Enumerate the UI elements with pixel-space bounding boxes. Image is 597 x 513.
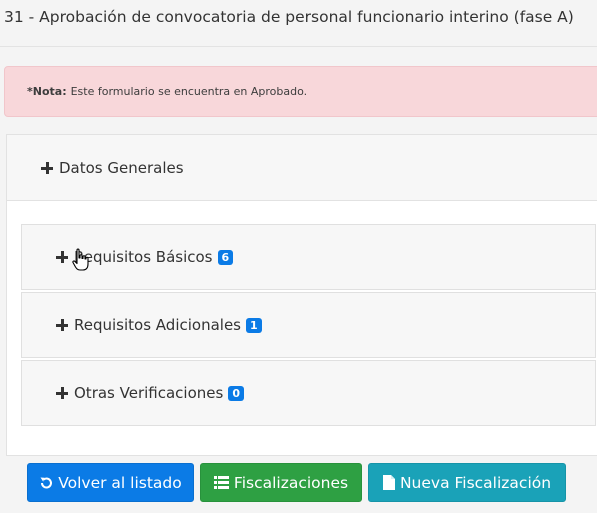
fiscalizaciones-button-label: Fiscalizaciones [233, 473, 349, 492]
accordion-header-label: Datos Generales [59, 158, 184, 177]
panel-label: Requisitos Básicos [74, 248, 213, 266]
count-badge: 6 [217, 249, 234, 265]
count-badge: 0 [228, 385, 244, 401]
panel-otras-verificaciones[interactable]: Otras Verificaciones 0 [21, 360, 596, 426]
panel-requisitos-adicionales[interactable]: Requisitos Adicionales 1 [21, 292, 596, 358]
nueva-fiscalizacion-button[interactable]: Nueva Fiscalización [368, 463, 566, 502]
nueva-button-label: Nueva Fiscalización [399, 473, 552, 492]
back-to-list-button[interactable]: Volver al listado [27, 463, 194, 502]
hand-cursor-icon [72, 248, 89, 271]
alert-message: Este formulario se encuentra en Aprobado… [70, 85, 308, 98]
back-button-label: Volver al listado [58, 473, 182, 492]
plus-icon [56, 251, 68, 263]
file-icon [382, 475, 395, 490]
plus-icon [56, 387, 68, 399]
title-divider [0, 46, 597, 47]
panel-label: Requisitos Adicionales [74, 316, 241, 334]
count-badge: 1 [246, 317, 262, 333]
alert-label: *Nota: [27, 85, 67, 98]
status-alert: *Nota: Este formulario se encuentra en A… [4, 66, 597, 117]
page-title: 31 - Aprobación de convocatoria de perso… [4, 8, 574, 26]
list-icon [213, 476, 229, 489]
accordion-header-datos-generales[interactable]: Datos Generales [7, 135, 597, 201]
undo-icon [40, 477, 53, 489]
plus-icon [41, 161, 53, 174]
plus-icon [56, 319, 68, 331]
fiscalizaciones-button[interactable]: Fiscalizaciones [200, 463, 362, 502]
panel-label: Otras Verificaciones [74, 384, 224, 402]
panel-requisitos-basicos[interactable]: Requisitos Básicos 6 [21, 224, 596, 290]
